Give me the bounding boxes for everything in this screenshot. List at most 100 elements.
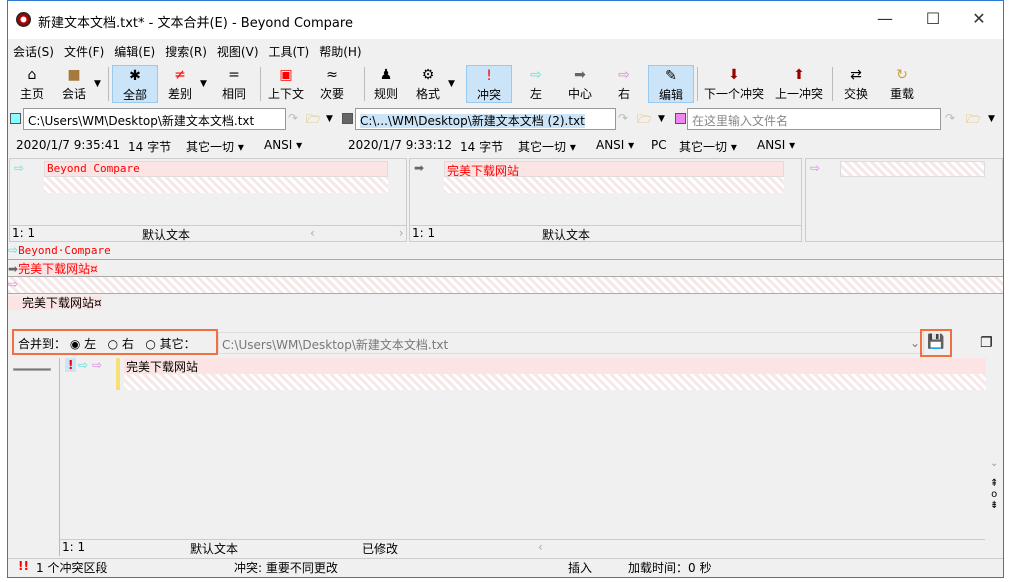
save-icon: 💾	[927, 334, 945, 350]
prev-conflict-button[interactable]: ⬆ 上一冲突	[771, 65, 827, 103]
conflict-description: 冲突: 重要不同更改	[234, 561, 338, 575]
reload-icon: ↻	[896, 67, 908, 83]
thumbnail-gutter[interactable]	[8, 358, 60, 556]
h-scrollbar[interactable]: ‹ ›	[310, 226, 404, 240]
follow-icon[interactable]: ↷	[945, 111, 955, 125]
label: 会话	[61, 87, 86, 101]
minimize-button[interactable]: —	[870, 9, 900, 28]
folder-dropdown-icon[interactable]: ▼	[658, 114, 665, 124]
center-filter[interactable]: 其它一切 ▾	[518, 138, 576, 155]
merge-left-radio[interactable]: ◉ 左	[70, 337, 96, 351]
context-button[interactable]: ▣ 上下文	[264, 65, 308, 103]
next-conflict-button[interactable]: ⬇ 下一个冲突	[701, 65, 767, 103]
right-button[interactable]: ⇨ 右	[606, 65, 642, 103]
insert-mode: 插入	[568, 561, 593, 575]
follow-icon[interactable]: ↷	[288, 111, 298, 125]
merged-line[interactable]: ⇨Beyond·Compare	[8, 243, 1003, 260]
arrow-cyan-icon: ⇨	[14, 161, 25, 175]
left-text-line[interactable]: Beyond Compare	[44, 161, 388, 177]
menu-session[interactable]: 会话(S)	[8, 41, 59, 62]
merge-right-radio[interactable]: ○ 右	[108, 337, 134, 351]
line-ending[interactable]: PC	[651, 138, 667, 152]
all-button[interactable]: ✱ 全部	[112, 65, 158, 103]
label: 下一个冲突	[703, 87, 764, 101]
folder-dropdown-icon[interactable]: ▼	[326, 114, 333, 124]
folder-icon[interactable]: 🗁	[306, 110, 321, 131]
format-button[interactable]: ⚙ 格式	[410, 65, 446, 103]
follow-icon[interactable]: ↷	[618, 111, 628, 125]
h-scrollbar[interactable]: ‹	[538, 540, 543, 554]
center-color-swatch	[342, 113, 353, 124]
center-encoding[interactable]: ANSI ▾	[596, 138, 634, 152]
merged-line[interactable]: ➡完美下载网站¤	[8, 260, 1003, 277]
conflict-button[interactable]: ! 冲突	[466, 65, 512, 103]
cursor-pos: 1: 1	[412, 226, 436, 240]
menu-search[interactable]: 搜索(R)	[160, 41, 212, 62]
center-path-input[interactable]: C:\...\WM\Desktop\新建文本文档 (2).txt	[355, 108, 616, 130]
folder-icon[interactable]: 🗁	[966, 110, 981, 131]
label: 上一冲突	[774, 87, 823, 101]
merge-other-radio[interactable]: ○ 其它：	[145, 337, 195, 351]
center-encoding-2[interactable]: ANSI ▾	[757, 138, 795, 152]
menu-help[interactable]: 帮助(H)	[314, 41, 366, 62]
left-path-value: C:\Users\WM\Desktop\新建文本文档.txt	[28, 114, 255, 128]
session-dropdown-icon[interactable]: ▼	[94, 79, 101, 89]
toolbar: ⌂ 主页 ■ 会话 ▼ ✱ 全部 ≠ 差别 ▼ = 相同 ▣ 上下文 ≈ 次要 ♟ 规则 ⚙ 格式…	[8, 63, 1003, 105]
menu-tools[interactable]: 工具(T)	[264, 41, 315, 62]
diff-button[interactable]: ≠ 差别	[160, 65, 200, 103]
merge-output-path[interactable]: C:\Users\WM\Desktop\新建文本文档.txt ⌄	[218, 332, 924, 354]
merge-target-group: 合并到： ◉ 左 ○ 右 ○ 其它：	[12, 329, 218, 355]
folder-dropdown-icon[interactable]: ▼	[988, 114, 995, 124]
rules-button[interactable]: ♟ 规则	[368, 65, 404, 103]
cursor-pos: 1: 1	[12, 226, 36, 240]
menu-view[interactable]: 视图(V)	[212, 41, 264, 62]
window-title: 新建文本文档.txt* - 文本合并(E) - Beyond Compare	[38, 16, 353, 31]
menu-bar: 会话(S) 文件(F) 编辑(E) 搜索(R) 视图(V) 工具(T) 帮助(H)	[8, 41, 1003, 61]
swap-button[interactable]: ⇄ 交换	[838, 65, 874, 103]
right-color-swatch	[675, 113, 686, 124]
v-scrollbar[interactable]: ⌄ ⇞ o ⇟	[986, 358, 1003, 538]
referee-icon: ♟	[379, 67, 393, 83]
status-bar: !! 1 个冲突区段 冲突: 重要不同更改 插入 加载时间：0 秒	[8, 558, 1003, 576]
center-text-line[interactable]: 完美下载网站	[444, 161, 784, 178]
modified-state: 已修改	[362, 542, 399, 556]
edit-button[interactable]: ✎ 编辑	[648, 65, 694, 103]
arrow-pink-icon: ⇨	[92, 358, 103, 372]
minor-button[interactable]: ≈ 次要	[312, 65, 352, 103]
output-editor[interactable]: ! ⇨ ⇨ 完美下载网站	[60, 358, 986, 538]
panel-layout-icon[interactable]: ❐	[980, 335, 993, 351]
maximize-button[interactable]: ☐	[918, 9, 948, 28]
label: 主页	[19, 87, 44, 101]
session-button[interactable]: ■ 会话	[56, 65, 92, 103]
right-path-input[interactable]: 在这里输入文件名	[687, 108, 941, 130]
left-path-input[interactable]: C:\Users\WM\Desktop\新建文本文档.txt	[23, 108, 286, 130]
save-button[interactable]: 💾	[920, 329, 952, 357]
swap-icon: ⇄	[850, 67, 862, 83]
menu-file[interactable]: 文件(F)	[59, 41, 109, 62]
left-filter[interactable]: 其它一切 ▾	[186, 138, 244, 155]
label: 交换	[843, 87, 868, 101]
home-button[interactable]: ⌂ 主页	[14, 65, 50, 103]
same-button[interactable]: = 相同	[214, 65, 254, 103]
menu-edit[interactable]: 编辑(E)	[109, 41, 160, 62]
arrow-right-pink-icon: ⇨	[618, 67, 630, 83]
left-pane[interactable]: ⇨ Beyond Compare 1: 1 默认文本 ‹ ›	[9, 158, 407, 242]
close-button[interactable]: ✕	[964, 9, 994, 28]
right-pane[interactable]: ⇨	[805, 158, 1003, 242]
asterisk-icon: ✱	[129, 68, 141, 84]
left-button[interactable]: ⇨ 左	[518, 65, 554, 103]
right-path-placeholder: 在这里输入文件名	[692, 114, 789, 128]
diff-dropdown-icon[interactable]: ▼	[200, 79, 207, 89]
folder-icon[interactable]: 🗁	[637, 110, 652, 131]
center-pane[interactable]: ➡ 完美下载网站 1: 1 默认文本	[409, 158, 802, 242]
home-icon: ⌂	[27, 67, 37, 83]
format-dropdown-icon[interactable]: ▼	[448, 79, 455, 89]
reload-button[interactable]: ↻ 重载	[884, 65, 920, 103]
pencil-icon: ✎	[665, 68, 677, 84]
merged-line[interactable]: ⇨	[8, 277, 1003, 294]
center-button[interactable]: ➡ 中心	[560, 65, 600, 103]
left-encoding[interactable]: ANSI ▾	[264, 138, 302, 152]
center-filter-2[interactable]: 其它一切 ▾	[679, 138, 737, 155]
merged-line[interactable]: 完美下载网站¤	[8, 294, 1003, 311]
output-text-line[interactable]: 完美下载网站	[124, 358, 986, 374]
